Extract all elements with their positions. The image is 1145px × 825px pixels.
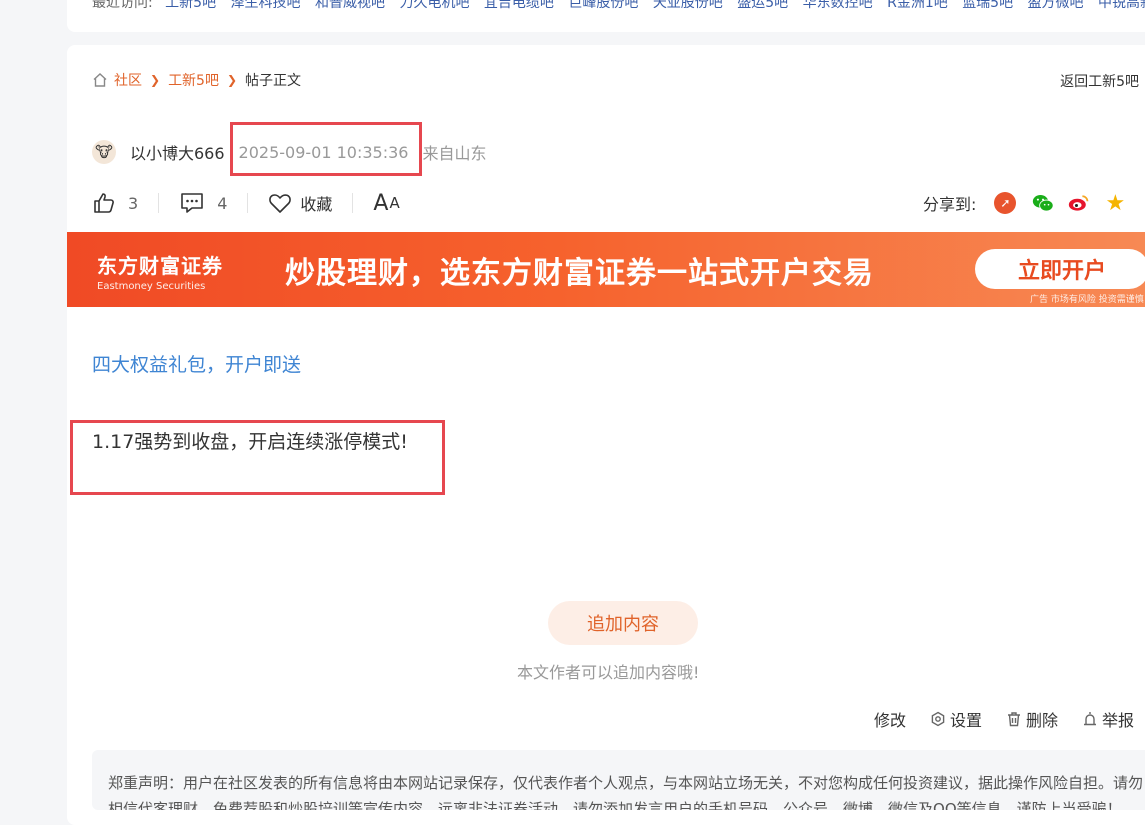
banner-logo-en: Eastmoney Securities bbox=[97, 281, 206, 292]
recent-bar-link[interactable]: 中锐高新吧 bbox=[1098, 0, 1145, 11]
recent-bar-link[interactable]: 力久电机吧 bbox=[399, 0, 469, 11]
recent-bar-link[interactable]: 巨峰股份吧 bbox=[568, 0, 638, 11]
favorite-button[interactable]: 收藏 bbox=[268, 191, 332, 215]
banner-logo-cn: 东方财富证券 bbox=[97, 254, 223, 278]
breadcrumb: 社区 ❯ 工新5吧 ❯ 帖子正文 bbox=[92, 70, 301, 90]
heart-icon bbox=[269, 194, 292, 213]
avatar[interactable]: 🐮 bbox=[92, 140, 116, 164]
report-button[interactable]: 举报 bbox=[1082, 707, 1134, 731]
post-ops: 修改 设置 删除 举报 bbox=[874, 708, 1145, 730]
recent-bar-link[interactable]: 宜吉电缆吧 bbox=[484, 0, 554, 11]
share-bar: 分享到: ➚ ★ bbox=[923, 191, 1127, 216]
append-content-button[interactable]: 追加内容 bbox=[548, 601, 698, 645]
share-weibo-icon[interactable] bbox=[1068, 192, 1091, 214]
share-label: 分享到: bbox=[923, 195, 977, 214]
edit-button[interactable]: 修改 bbox=[874, 707, 906, 731]
back-to-bar-link[interactable]: 返回工新5吧 bbox=[1060, 71, 1139, 91]
open-account-button[interactable]: 立即开户 bbox=[975, 249, 1145, 289]
font-size-toggle[interactable]: A A bbox=[373, 191, 399, 216]
breadcrumb-bar[interactable]: 工新5吧 bbox=[168, 70, 219, 90]
divider bbox=[158, 193, 160, 213]
breadcrumb-current: 帖子正文 bbox=[245, 73, 302, 89]
chevron-right-icon: ❯ bbox=[226, 73, 238, 87]
delete-button[interactable]: 删除 bbox=[1006, 707, 1058, 731]
delete-label: 删除 bbox=[1026, 711, 1059, 730]
recent-bar-link[interactable]: 天亚股份吧 bbox=[653, 0, 723, 11]
recent-bar-link[interactable]: 工新5吧 bbox=[165, 0, 216, 11]
alarm-icon bbox=[1084, 712, 1097, 726]
recent-bar-link[interactable]: 盛运5吧 bbox=[737, 0, 788, 11]
ad-banner[interactable]: 东方财富证券 Eastmoney Securities 炒股理财，选东方财富证券… bbox=[67, 232, 1145, 307]
divider bbox=[352, 193, 354, 213]
home-icon[interactable] bbox=[92, 72, 108, 88]
comment-button[interactable]: 4 bbox=[179, 191, 227, 215]
recent-bar-link[interactable]: 泽生科技吧 bbox=[231, 0, 301, 11]
trash-icon bbox=[1008, 712, 1021, 727]
comment-icon bbox=[181, 193, 203, 213]
settings-label: 设置 bbox=[950, 711, 983, 730]
promo-link[interactable]: 四大权益礼包，开户即送 bbox=[92, 350, 301, 377]
disclaimer: 郑重声明：用户在社区发表的所有信息将由本网站记录保存，仅代表作者个人观点，与本网… bbox=[92, 750, 1145, 810]
recent-bar-link[interactable]: R金洲1吧 bbox=[887, 0, 948, 11]
font-large-glyph: A bbox=[373, 190, 389, 216]
share-guba-icon[interactable]: ➚ bbox=[994, 192, 1017, 214]
report-label: 举报 bbox=[1102, 711, 1135, 730]
post-actions: 3 4 收藏 A A bbox=[92, 190, 400, 216]
highlight-box-time bbox=[230, 122, 422, 176]
chevron-right-icon: ❯ bbox=[150, 73, 161, 87]
recent-bar-link[interactable]: 蓝瑞5吧 bbox=[962, 0, 1013, 11]
author-name[interactable]: 以小博大666 bbox=[130, 140, 225, 164]
recent-bar-link[interactable]: 盈方微吧 bbox=[1028, 0, 1084, 11]
breadcrumb-community[interactable]: 社区 bbox=[114, 70, 142, 90]
highlight-box-content bbox=[70, 420, 445, 495]
recent-visits: 最近访问: 工新5吧 泽生科技吧 和普威视吧 力久电机吧 宜吉电缆吧 巨峰股份吧… bbox=[92, 0, 1145, 12]
like-button[interactable]: 3 bbox=[92, 191, 138, 215]
favorite-label: 收藏 bbox=[300, 195, 333, 214]
share-qzone-icon[interactable]: ★ bbox=[1104, 191, 1127, 216]
thumbs-up-icon bbox=[94, 193, 114, 213]
divider bbox=[247, 193, 249, 213]
append-hint: 本文作者可以追加内容哦! bbox=[517, 663, 700, 682]
share-wechat-icon[interactable] bbox=[1032, 192, 1055, 214]
banner-ad-note: 广告 市场有风险 投资需谨慎 bbox=[1030, 295, 1144, 305]
font-small-glyph: A bbox=[389, 194, 400, 212]
banner-title: 炒股理财，选东方财富证券一站式开户交易 bbox=[285, 256, 874, 291]
comment-count: 4 bbox=[217, 193, 228, 213]
settings-button[interactable]: 设置 bbox=[930, 707, 982, 731]
gear-icon bbox=[931, 711, 945, 727]
recent-bar-link[interactable]: 和普威视吧 bbox=[315, 0, 385, 11]
banner-logo: 东方财富证券 Eastmoney Securities bbox=[97, 250, 223, 292]
recent-visits-label: 最近访问: bbox=[92, 0, 153, 11]
recent-bar-link[interactable]: 华东数控吧 bbox=[803, 0, 873, 11]
like-count: 3 bbox=[128, 193, 139, 213]
edit-label: 修改 bbox=[874, 711, 907, 730]
post-location: 来自山东 bbox=[422, 144, 487, 163]
